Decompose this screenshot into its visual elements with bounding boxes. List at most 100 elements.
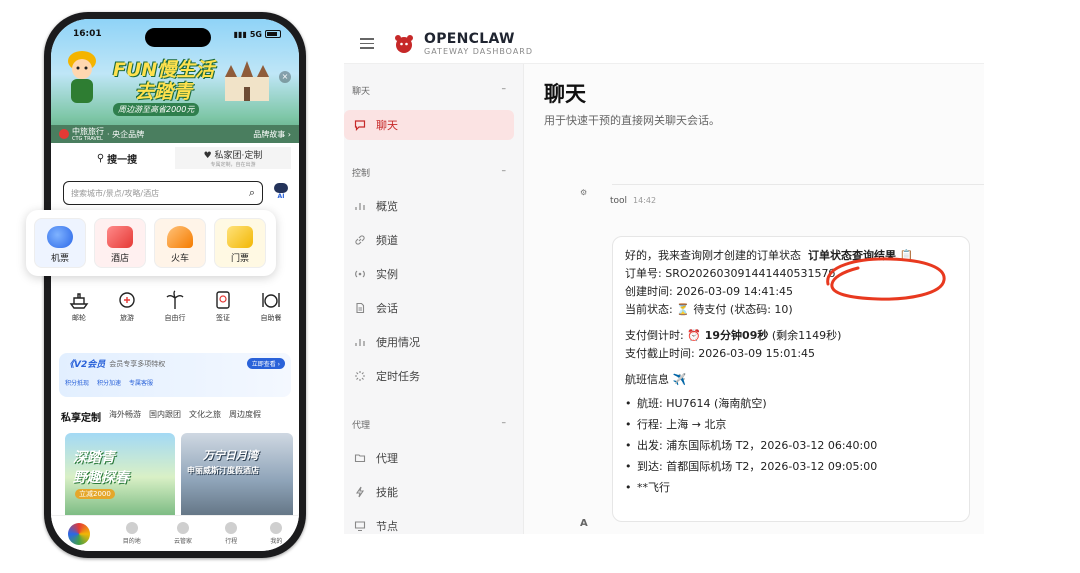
document-icon [356, 302, 365, 314]
tab-nearby[interactable]: 周边度假 [229, 409, 261, 424]
tool-avatar-icon: ⚙ [580, 188, 588, 197]
sidebar-item-usage[interactable]: 使用情况 [344, 327, 514, 357]
user-icon [270, 522, 283, 534]
list-item: **飞行 [625, 477, 957, 498]
sidebar-item-channels[interactable]: 频道 [344, 225, 514, 255]
sidebar-group-control[interactable]: 控制 – [344, 166, 514, 179]
category-train[interactable]: 火车 [154, 218, 206, 268]
castle-illustration-icon [225, 61, 269, 101]
page-subtitle: 用于快速干预的直接网关聊天会话。 [544, 114, 720, 127]
lightning-icon [355, 486, 365, 498]
discount-badge: 立减2000 [75, 489, 115, 499]
category-card: 机票 酒店 火车 门票 [26, 210, 276, 276]
banner-subtitle: 周边游至高省2000元 [113, 103, 200, 116]
countdown-seconds: (剩余1149秒) [771, 329, 842, 342]
chat-icon [225, 522, 238, 534]
ticket-icon [227, 226, 253, 248]
nav-itinerary[interactable]: 行程 [225, 522, 237, 545]
gateway-dashboard: OPENCLAW GATEWAY DASHBOARD 聊天 – 聊天 控制 – … [344, 24, 984, 534]
list-item: 到达: 首都国际机场 T2，2026-03-12 09:05:00 [625, 456, 957, 477]
sidebar-item-chat[interactable]: 聊天 [344, 110, 514, 140]
vip-feature: 专属客服 [129, 380, 154, 387]
vip-member-card[interactable]: 《V2会员 会员专享多项特权 立即查看 › 积分抵现 积分加速 专属客服 [59, 353, 291, 397]
sidebar-item-skills[interactable]: 技能 [344, 477, 514, 507]
train-icon [167, 226, 193, 248]
flight-section-title: 航班信息 ✈️ [625, 373, 687, 386]
brand-subtitle: GATEWAY DASHBOARD [424, 47, 534, 56]
sidebar-item-nodes[interactable]: 节点 [344, 511, 514, 534]
ai-assistant-button[interactable]: AI [271, 183, 291, 205]
category-tabs: 私享定制 海外畅游 国内跟团 文化之旅 周边度假 [61, 409, 261, 424]
menu-icon[interactable] [360, 38, 374, 49]
list-item: 出发: 浦东国际机场 T2，2026-03-12 06:40:00 [625, 435, 957, 456]
search-icon: ⚲ [96, 152, 105, 164]
product-card[interactable]: 万宁日月湾 申丽威斯汀度假酒店 [181, 433, 293, 521]
service-free-travel[interactable]: 自由行 [153, 289, 197, 323]
search-icon[interactable]: ⌕ [249, 186, 255, 200]
order-number: SRO20260309144144053157б [665, 267, 836, 280]
collapse-icon[interactable]: – [502, 84, 507, 97]
tab-private-tour[interactable]: ♥ 私家团·定制 专属定制，自在出游 [175, 147, 291, 169]
chat-main-panel: 聊天 用于快速干预的直接网关聊天会话。 ⚙ tool 14:42 好的，我来查询刚… [524, 64, 984, 534]
brand-name-en: CTG TRAVEL [72, 136, 103, 142]
tab-search[interactable]: ⚲ 搜一搜 [59, 147, 175, 169]
sidebar-group-chat[interactable]: 聊天 – [344, 84, 514, 97]
openclaw-logo-icon [395, 34, 413, 53]
category-ticket[interactable]: 门票 [214, 218, 266, 268]
bar-chart-icon [355, 339, 365, 346]
sidebar-item-cron[interactable]: 定时任务 [344, 361, 514, 391]
page-title: 聊天 [544, 82, 586, 106]
sidebar-group-agent[interactable]: 代理 – [344, 418, 514, 431]
service-buffet[interactable]: 自助餐 [249, 289, 293, 323]
tab-overseas[interactable]: 海外畅游 [109, 409, 141, 424]
message-time: 14:42 [633, 196, 657, 205]
phone-screen: FUN慢生活 去踏青 周边游至高省2000元 × 16:01 ▮▮▮ 5G 中旅… [51, 19, 299, 551]
hotel-icon [107, 226, 133, 248]
tab-culture[interactable]: 文化之旅 [189, 409, 221, 424]
chat-bubble-icon [354, 120, 366, 131]
service-cruise[interactable]: 邮轮 [57, 289, 101, 323]
ai-icon [176, 522, 189, 534]
dashboard-header: OPENCLAW GATEWAY DASHBOARD [344, 24, 984, 64]
search-input[interactable]: 搜索城市/景点/攻略/酒店 ⌕ [63, 181, 263, 205]
category-hotel[interactable]: 酒店 [94, 218, 146, 268]
palm-tree-icon [166, 290, 184, 309]
payment-countdown: ⏰ 19分钟09秒 [687, 329, 769, 342]
sidebar-item-agents[interactable]: 代理 [344, 443, 514, 473]
bottom-nav: 目的地 云管家 行程 我的 [51, 515, 299, 551]
brand-story-link[interactable]: 品牌故事 › [253, 129, 291, 140]
sidebar-item-instances[interactable]: 实例 [344, 259, 514, 289]
mascot-icon [68, 51, 96, 103]
brand-bar: 中旅旅行 CTG TRAVEL · 央企品牌 品牌故事 › [51, 125, 299, 143]
message-divider [612, 184, 984, 185]
order-status: ⏳ 待支付 (状态码: 10) [676, 303, 793, 316]
sidebar-item-sessions[interactable]: 会话 [344, 293, 514, 323]
category-flight[interactable]: 机票 [34, 218, 86, 268]
close-icon[interactable]: × [279, 71, 291, 83]
product-card[interactable]: 深踏青 野趣探春 立减2000 [65, 433, 175, 521]
nav-home[interactable] [67, 522, 90, 545]
tab-domestic-group[interactable]: 国内跟团 [149, 409, 181, 424]
home-logo-icon [67, 522, 90, 545]
phone-mockup: FUN慢生活 去踏青 周边游至高省2000元 × 16:01 ▮▮▮ 5G 中旅… [26, 12, 306, 558]
sidebar-item-overview[interactable]: 概览 [344, 191, 514, 221]
flight-info-list: 航班: HU7614 (海南航空) 行程: 上海 → 北京 出发: 浦东国际机场… [625, 393, 957, 498]
sidebar: 聊天 – 聊天 控制 – 概览 频道 实例 会话 使用情况 定时任务 代理 – … [344, 64, 524, 534]
collapse-icon[interactable]: – [502, 418, 507, 431]
nav-cloud-butler[interactable]: 云管家 [174, 522, 192, 545]
navigation-icon [125, 522, 138, 534]
broadcast-icon [355, 270, 365, 278]
service-tour[interactable]: 旅游 [105, 289, 149, 323]
search-tabs: ⚲ 搜一搜 ♥ 私家团·定制 专属定制，自在出游 [59, 147, 291, 169]
tab-private-custom[interactable]: 私享定制 [61, 409, 101, 424]
collapse-icon[interactable]: – [502, 166, 507, 179]
vip-view-button[interactable]: 立即查看 › [246, 358, 285, 369]
message-sender: tool [610, 196, 628, 206]
brand-tag: · 央企品牌 [107, 129, 145, 139]
nav-mine[interactable]: 我的 [270, 522, 282, 545]
service-visa[interactable]: 签证 [201, 289, 245, 323]
list-item: 行程: 上海 → 北京 [625, 414, 957, 435]
vip-feature: 积分加速 [97, 380, 122, 387]
payment-deadline: 2026-03-09 15:01:45 [698, 347, 816, 360]
nav-destination[interactable]: 目的地 [123, 522, 141, 545]
